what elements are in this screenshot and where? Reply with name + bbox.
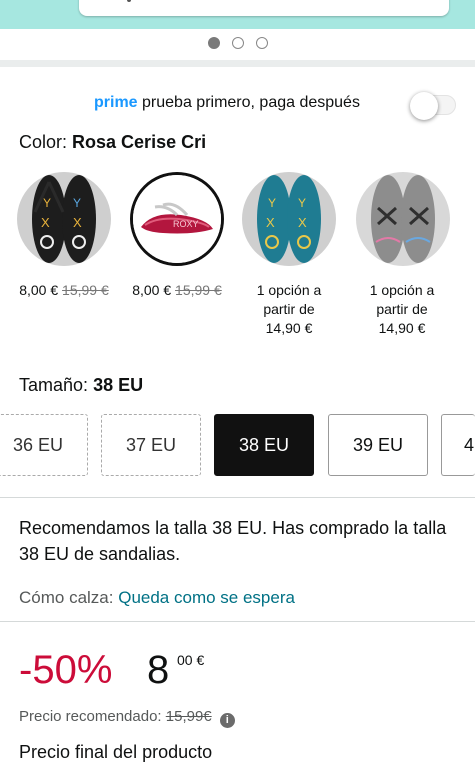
color-label: Color: bbox=[19, 132, 68, 152]
recommended-price-label: Precio recomendado: bbox=[19, 708, 162, 725]
swatch-grey[interactable] bbox=[356, 172, 450, 266]
teal-flipflop-image: Y Y X X bbox=[242, 172, 336, 266]
size-option-38[interactable]: 38 EU bbox=[214, 414, 314, 476]
swatch-price-black: 8,00 € 15,99 € bbox=[8, 281, 120, 300]
prime-toggle[interactable] bbox=[410, 92, 458, 120]
swatch-black[interactable]: Y Y X X bbox=[17, 172, 111, 266]
carousel-dot-2[interactable] bbox=[231, 37, 244, 49]
swatch-teal[interactable]: Y Y X X bbox=[242, 172, 336, 266]
prime-logo: prime bbox=[94, 94, 138, 111]
swatch-price-teal: 1 opción a partir de 14,90 € bbox=[233, 281, 345, 338]
size-value: 38 EU bbox=[93, 375, 144, 395]
fit-link[interactable]: Queda como se espera bbox=[118, 588, 295, 607]
divider bbox=[0, 621, 475, 622]
prime-try-text: prueba primero, paga después bbox=[142, 94, 360, 111]
price-whole: 8 bbox=[147, 648, 170, 692]
color-value: Rosa Cerise Cri bbox=[72, 132, 207, 152]
swatch-option-line: 1 opción a bbox=[256, 282, 322, 298]
info-icon[interactable]: i bbox=[219, 713, 235, 728]
swatch-option-line: 1 opción a bbox=[369, 282, 435, 298]
recommended-price-value: 15,99€ bbox=[165, 708, 212, 725]
swatch-price: 8,00 € bbox=[19, 282, 59, 298]
divider bbox=[0, 497, 475, 498]
svg-text:Y: Y bbox=[43, 196, 51, 210]
svg-text:ROXY: ROXY bbox=[173, 219, 199, 229]
carousel-indicator bbox=[0, 37, 475, 49]
header-bar bbox=[0, 0, 475, 29]
swatch-price-pink: 8,00 € 15,99 € bbox=[121, 281, 233, 300]
svg-text:X: X bbox=[73, 215, 82, 230]
carousel-dot-3[interactable] bbox=[255, 37, 268, 49]
toggle-knob bbox=[410, 92, 438, 120]
svg-text:X: X bbox=[41, 215, 50, 230]
swatch-old-price: 15,99 € bbox=[62, 282, 109, 298]
discount-percentage: -50% bbox=[19, 648, 113, 692]
fit-label: Cómo calza: bbox=[19, 588, 114, 607]
size-option-label: 37 EU bbox=[125, 434, 177, 455]
pink-flipflop-image: ROXY bbox=[133, 175, 221, 263]
swatch-option-line: 14,90 € bbox=[378, 320, 426, 336]
svg-text:X: X bbox=[266, 215, 275, 230]
svg-text:Y: Y bbox=[73, 196, 81, 210]
svg-text:Y: Y bbox=[298, 196, 306, 210]
size-option-39[interactable]: 39 EU bbox=[328, 414, 428, 476]
size-option-36[interactable]: 36 EU bbox=[0, 414, 88, 476]
swatch-pink[interactable]: ROXY bbox=[130, 172, 224, 266]
size-option-label: 39 EU bbox=[352, 434, 404, 455]
search-caret bbox=[127, 0, 131, 2]
price-fraction: 00 € bbox=[177, 652, 205, 668]
size-option-37[interactable]: 37 EU bbox=[101, 414, 201, 476]
recommended-price: Precio recomendado: 15,99€ i bbox=[19, 708, 235, 728]
search-input[interactable] bbox=[79, 0, 449, 16]
section-divider bbox=[0, 60, 475, 67]
size-recommendation: Recomendamos la talla 38 EU. Has comprad… bbox=[19, 518, 447, 564]
fit-info: Cómo calza: Queda como se espera bbox=[19, 588, 295, 608]
swatch-price-grey: 1 opción a partir de 14,90 € bbox=[346, 281, 458, 338]
carousel-dot-1[interactable] bbox=[207, 37, 220, 49]
swatch-option-line: partir de bbox=[376, 301, 428, 317]
swatch-option-line: partir de bbox=[263, 301, 315, 317]
size-option-next[interactable]: 4 bbox=[441, 414, 475, 476]
size-option-label: 38 EU bbox=[238, 434, 290, 455]
black-flipflop-image: Y Y X X bbox=[17, 172, 111, 266]
size-option-label: 36 EU bbox=[12, 434, 64, 455]
swatch-old-price: 15,99 € bbox=[175, 282, 222, 298]
size-option-label: 4 bbox=[464, 434, 475, 455]
color-selection: Color: Rosa Cerise Cri bbox=[19, 132, 206, 153]
final-price-label: Precio final del producto bbox=[19, 742, 213, 762]
grey-flipflop-image bbox=[356, 172, 450, 266]
svg-text:Y: Y bbox=[268, 196, 276, 210]
size-selection: Tamaño: 38 EU bbox=[19, 375, 143, 396]
size-label: Tamaño: bbox=[19, 375, 89, 395]
svg-text:X: X bbox=[298, 215, 307, 230]
prime-try-before-buy: prime prueba primero, paga después bbox=[94, 94, 360, 112]
swatch-price: 8,00 € bbox=[132, 282, 172, 298]
swatch-option-line: 14,90 € bbox=[265, 320, 313, 336]
